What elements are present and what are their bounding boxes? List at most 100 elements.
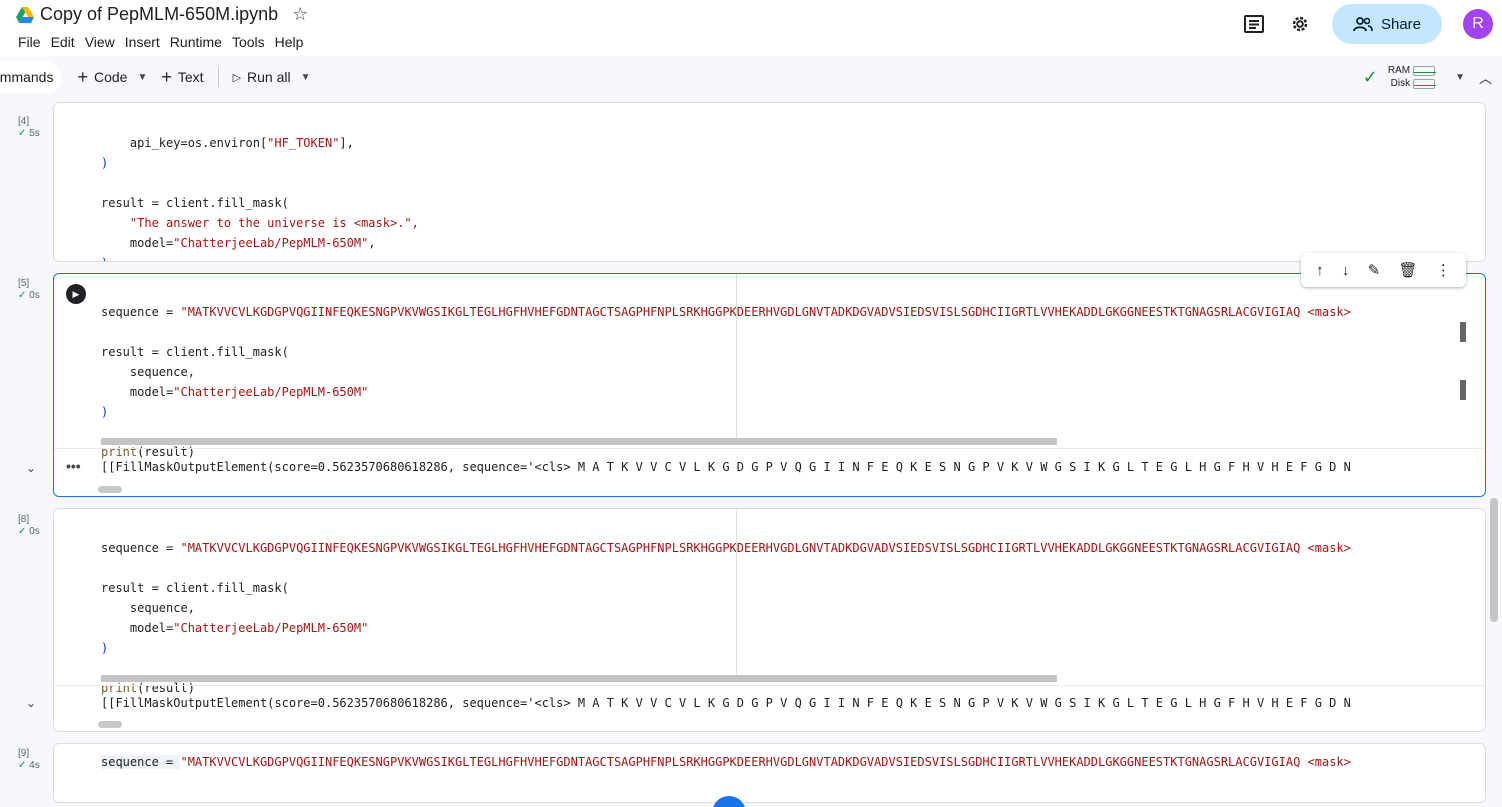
runtime-dropdown-icon[interactable]: ▼ <box>1455 72 1465 83</box>
code-line: sequence = <box>101 305 181 319</box>
add-code-button[interactable]: + Code <box>67 61 137 93</box>
menu-tools[interactable]: Tools <box>227 33 270 51</box>
execution-count: [8] <box>18 514 30 525</box>
execution-count: [5] <box>18 278 30 289</box>
code-string: "ChatterjeeLab/PepMLM-650M" <box>173 621 369 635</box>
ruler-line <box>736 274 737 444</box>
success-check-icon: ✓ <box>18 290 27 301</box>
cell-9-meta: [9] ✓ 4s <box>18 748 52 772</box>
output-divider <box>54 448 1485 449</box>
code-line: api_key=os.environ[ <box>101 136 268 150</box>
menu-runtime[interactable]: Runtime <box>165 33 227 51</box>
share-label: Share <box>1380 15 1422 33</box>
more-options-icon[interactable]: ⋮ <box>1436 261 1451 279</box>
star-icon[interactable]: ☆ <box>292 4 308 25</box>
cell-toolbar: ↑ ↓ ✎ 🗑 ⋮ <box>1301 253 1466 287</box>
disk-meter <box>1413 78 1437 89</box>
code-cell-9[interactable]: sequence = "MATKVVCVLKGDGPVQGIINFEQKESNG… <box>53 743 1486 803</box>
add-text-button[interactable]: + Text <box>151 61 213 93</box>
code-label: Code <box>93 69 128 85</box>
code-horizontal-scrollbar[interactable] <box>101 675 1057 682</box>
code-line: ) <box>101 256 108 261</box>
code-string: "MATKVVCVLKGDGPVQGIINFEQKESNGPVKVWGSIKGL… <box>180 755 1351 769</box>
edit-wand-icon[interactable]: ✎ <box>1368 261 1381 279</box>
share-button[interactable]: Share <box>1332 4 1442 44</box>
code-string: "MATKVVCVLKGDGPVQGIINFEQKESNGPVKVWGSIKGL… <box>180 541 1351 555</box>
code-cell-4[interactable]: api_key=os.environ["HF_TOKEN"], ) result… <box>53 102 1486 262</box>
success-check-icon: ✓ <box>18 760 27 771</box>
move-down-icon[interactable]: ↓ <box>1342 262 1350 279</box>
ram-label: RAM <box>1387 65 1411 76</box>
cell-9-code[interactable]: sequence = "MATKVVCVLKGDGPVQGIINFEQKESNG… <box>101 752 1485 772</box>
ruler-line <box>736 509 737 679</box>
resource-monitor[interactable]: RAM Disk <box>1387 64 1437 90</box>
code-line: sequence, <box>101 601 195 615</box>
notebook-body[interactable]: [4] ✓ 5s api_key=os.environ["HF_TOKEN"],… <box>0 98 1502 807</box>
execution-time: 0s <box>29 290 40 301</box>
code-line: ], <box>339 136 354 150</box>
code-dropdown-icon[interactable]: ▼ <box>137 72 147 83</box>
menu-help[interactable]: Help <box>270 33 309 51</box>
header-actions: Share R <box>1242 3 1502 45</box>
run-all-dropdown-icon[interactable]: ▼ <box>301 72 311 83</box>
code-line: , <box>368 236 376 250</box>
code-cell-5[interactable]: ▶ sequence = "MATKVVCVLKGDGPVQGIINFEQKES… <box>53 273 1486 497</box>
collapse-chevron-up-icon[interactable]: ︿ <box>1479 68 1492 87</box>
run-cell-button[interactable]: ▶ <box>66 284 86 304</box>
code-line: sequence, <box>101 365 195 379</box>
play-icon: ▷ <box>232 71 242 84</box>
cell-4-code[interactable]: api_key=os.environ["HF_TOKEN"], ) result… <box>101 113 1485 261</box>
execution-count: [9] <box>18 748 30 759</box>
settings-gear-icon[interactable] <box>1288 12 1312 36</box>
code-line: sequence = <box>101 755 181 769</box>
code-line: sequence = <box>101 541 181 555</box>
collapse-output-chevron-icon[interactable]: ⌄ <box>26 696 36 710</box>
run-all-label: Run all <box>247 69 291 85</box>
run-all-button[interactable]: ▷ Run all <box>223 61 301 93</box>
code-cell-8[interactable]: sequence = "MATKVVCVLKGDGPVQGIINFEQKESNG… <box>53 508 1486 732</box>
page-vertical-scrollbar[interactable] <box>1490 498 1498 622</box>
menu-edit[interactable]: Edit <box>46 33 80 51</box>
cell-5-code[interactable]: sequence = "MATKVVCVLKGDGPVQGIINFEQKESNG… <box>101 282 1485 462</box>
connected-check-icon: ✓ <box>1362 66 1378 87</box>
code-line: result = client.fill_mask( <box>101 196 289 210</box>
code-line: ) <box>101 641 109 655</box>
menu-insert[interactable]: Insert <box>120 33 165 51</box>
notebook-toolbar: ommands + Code ▼ + Text ▷ Run all ▼ ✓ RA… <box>0 56 1502 98</box>
header: Copy of PepMLM-650M.ipynb ☆ File Edit Vi… <box>0 0 1502 56</box>
cell-8-code[interactable]: sequence = "MATKVVCVLKGDGPVQGIINFEQKESNG… <box>101 518 1485 698</box>
menu-bar: File Edit View Insert Runtime Tools Help <box>13 33 308 51</box>
commands-button[interactable]: ommands <box>0 61 62 93</box>
code-string: "MATKVVCVLKGDGPVQGIINFEQKESNGPVKVWGSIKGL… <box>180 305 1351 319</box>
cell-5-output: [[FillMaskOutputElement(score=0.56235706… <box>101 460 1351 474</box>
delete-trash-icon[interactable]: 🗑 <box>1399 261 1418 279</box>
code-line: ) <box>101 405 109 419</box>
output-divider <box>54 685 1485 686</box>
execution-time: 4s <box>29 760 40 771</box>
success-check-icon: ✓ <box>18 128 27 139</box>
success-check-icon: ✓ <box>18 526 27 537</box>
plus-icon: + <box>161 66 172 87</box>
menu-file[interactable]: File <box>13 33 46 51</box>
code-line: result = client.fill_mask( <box>101 345 289 359</box>
move-up-icon[interactable]: ↑ <box>1316 262 1324 279</box>
collapse-output-chevron-icon[interactable]: ⌄ <box>26 461 36 475</box>
editor-scroll-marker <box>1460 322 1466 342</box>
toolbar-left: ommands + Code ▼ + Text ▷ Run all ▼ <box>0 61 311 93</box>
code-string: "ChatterjeeLab/PepMLM-650M" <box>173 385 369 399</box>
output-horizontal-scrollbar[interactable] <box>98 721 122 728</box>
output-actions-icon[interactable]: ••• <box>66 458 81 474</box>
output-horizontal-scrollbar[interactable] <box>98 486 122 493</box>
menu-view[interactable]: View <box>80 33 120 51</box>
disk-label: Disk <box>1390 78 1411 89</box>
text-label: Text <box>177 69 204 85</box>
execution-count: [4] <box>18 116 30 127</box>
title-row: Copy of PepMLM-650M.ipynb ☆ <box>16 4 308 25</box>
notebook-title[interactable]: Copy of PepMLM-650M.ipynb <box>40 4 278 25</box>
cell-5-meta: [5] ✓ 0s <box>18 278 52 302</box>
drive-logo-icon[interactable] <box>16 6 34 23</box>
comments-icon[interactable] <box>1242 12 1266 36</box>
ram-meter <box>1413 65 1437 76</box>
account-avatar[interactable]: R <box>1463 9 1493 39</box>
code-horizontal-scrollbar[interactable] <box>101 438 1057 445</box>
